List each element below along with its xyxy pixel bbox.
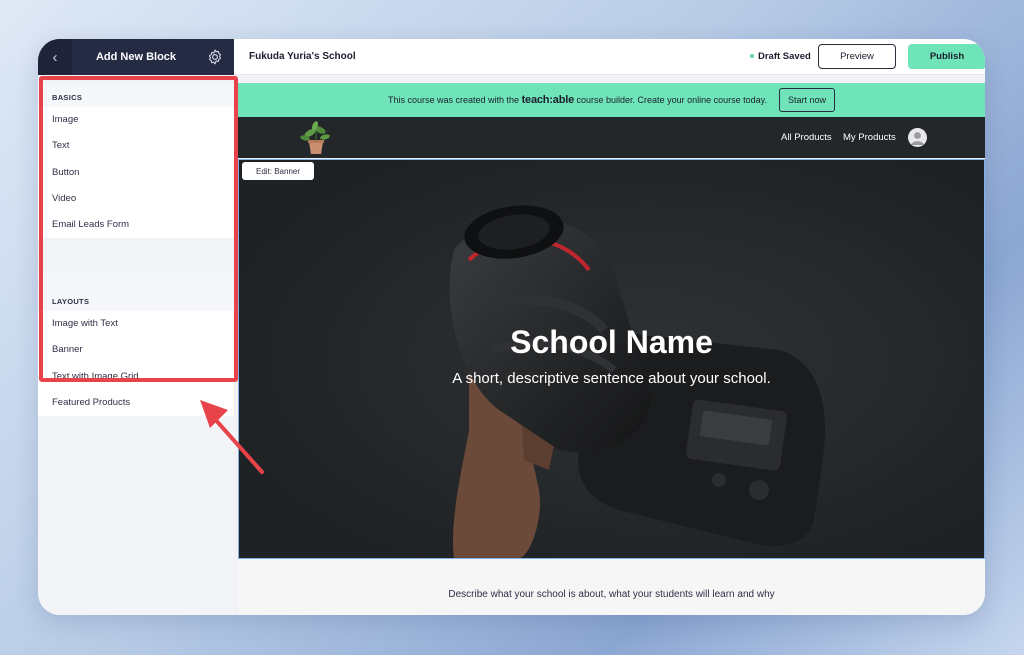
block-item-image[interactable]: Image [38,107,234,134]
edit-banner-tag[interactable]: Edit: Banner [242,162,314,180]
basics-section: BASICS Image Text Button Video Email Lea… [38,85,234,239]
banner-title[interactable]: School Name [239,324,984,361]
block-item-video[interactable]: Video [38,185,234,213]
block-item-text-with-image-grid[interactable]: Text with Image Grid [38,363,234,390]
promo-text-before: This course was created with the [388,95,520,105]
block-item-button[interactable]: Button [38,159,234,186]
avatar-silhouette-icon [911,132,924,145]
block-panel-header: ‹ Add New Block [38,39,234,75]
publish-button[interactable]: Publish [908,44,985,69]
back-button[interactable]: ‹ [38,39,72,75]
school-description[interactable]: Describe what your school is about, what… [238,589,985,600]
block-item-banner[interactable]: Banner [38,337,234,364]
status-dot-icon [750,54,754,59]
chevron-left-icon: ‹ [52,48,58,66]
panel-title: Add New Block [95,51,177,63]
draft-status: Draft Saved [750,39,811,75]
basics-label: BASICS [38,85,234,107]
editor-top-bar: Fukuda Yuria's School Draft Saved Previe… [234,39,985,75]
layouts-label: LAYOUTS [38,289,234,311]
nav-link-my-products[interactable]: My Products [843,117,896,158]
banner-subtitle[interactable]: A short, descriptive sentence about your… [239,370,984,387]
block-item-image-with-text[interactable]: Image with Text [38,311,234,338]
nav-link-all-products[interactable]: All Products [781,117,832,158]
content-section: Describe what your school is about, what… [238,559,985,615]
editor-window: ‹ Add New Block BASICS Image Text Button… [38,39,985,615]
promo-bar: This course was created with the teach:a… [238,83,985,117]
site-navbar: All Products My Products [238,117,985,158]
block-item-email-leads-form[interactable]: Email Leads Form [38,212,234,239]
block-item-text[interactable]: Text [38,133,234,160]
preview-button[interactable]: Preview [818,44,896,69]
gear-icon[interactable] [206,48,224,66]
block-panel: BASICS Image Text Button Video Email Lea… [38,75,234,615]
start-now-button[interactable]: Start now [778,88,835,112]
plant-logo-icon[interactable] [296,120,336,156]
promo-text: This course was created with the teach:a… [388,94,767,106]
draft-status-text: Draft Saved [758,51,811,62]
user-avatar-icon[interactable] [908,128,927,147]
school-title: Fukuda Yuria's School [249,51,356,62]
red-arrow-icon [200,400,264,474]
banner-block[interactable]: Edit: Banner School Name A short, descri… [238,159,985,559]
promo-text-after: course builder. Create your online cours… [576,95,767,105]
page-canvas: This course was created with the teach:a… [234,75,985,615]
teachable-logo: teach:able [521,94,575,106]
